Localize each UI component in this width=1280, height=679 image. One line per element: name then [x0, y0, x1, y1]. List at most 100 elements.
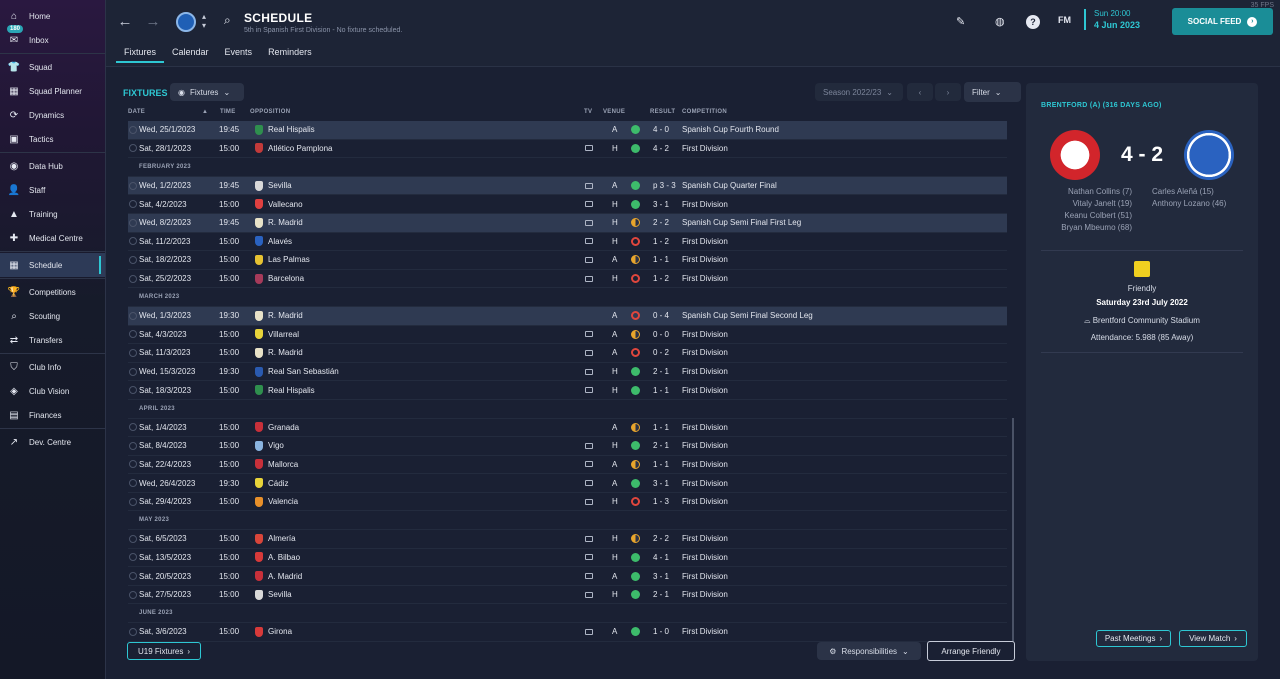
select-checkbox[interactable] — [129, 274, 137, 283]
help-icon[interactable]: ? — [1026, 15, 1040, 29]
table-row[interactable]: Sat, 1/4/2023 15:00 Granada A 1 - 1 First Div… — [128, 419, 1007, 438]
globe-icon[interactable]: ◍ — [995, 15, 1005, 28]
sidebar-item-club-vision[interactable]: ◈ Club Vision — [0, 379, 105, 403]
fixture-result[interactable]: 4 - 0 — [653, 125, 669, 134]
sidebar-item-training[interactable]: ▲ Training — [0, 202, 105, 226]
fixture-competition[interactable]: Spanish Cup Fourth Round — [682, 125, 779, 134]
fixture-opposition[interactable]: A. Bilbao — [268, 553, 300, 562]
view-selector-dropdown[interactable]: ◉ Fixtures ⌄ — [170, 83, 244, 101]
col-venue[interactable]: VENUE — [603, 109, 625, 115]
select-checkbox[interactable] — [129, 553, 137, 562]
select-checkbox[interactable] — [129, 348, 137, 357]
fixture-result[interactable]: 1 - 2 — [653, 274, 669, 283]
select-checkbox[interactable] — [129, 460, 137, 469]
table-row[interactable]: Wed, 26/4/2023 19:30 Cádiz A 3 - 1 First Divi… — [128, 474, 1007, 493]
fixture-result[interactable]: 3 - 1 — [653, 479, 669, 488]
select-checkbox[interactable] — [129, 386, 137, 395]
fixture-result[interactable]: 0 - 2 — [653, 348, 669, 357]
filter-button[interactable]: Filter ⌄ — [964, 82, 1021, 102]
sidebar-item-club-info[interactable]: ⛉ Club Info — [0, 355, 105, 379]
table-row[interactable]: Wed, 8/2/2023 19:45 R. Madrid H 2 - 2 Spanish… — [128, 213, 1007, 233]
scorer[interactable]: Keanu Colbert (51) — [1061, 210, 1132, 222]
select-checkbox[interactable] — [129, 627, 137, 636]
select-checkbox[interactable] — [129, 125, 137, 134]
fixture-opposition[interactable]: Real San Sebastián — [268, 367, 339, 376]
select-checkbox[interactable] — [129, 572, 137, 581]
table-row[interactable]: Sat, 20/5/2023 15:00 A. Madrid A 3 - 1 First … — [128, 567, 1007, 586]
prev-season-button[interactable]: ‹ — [907, 83, 933, 101]
table-row[interactable]: Sat, 13/5/2023 15:00 A. Bilbao H 4 - 1 First … — [128, 549, 1007, 568]
table-row[interactable]: Sat, 3/6/2023 15:00 Girona A 1 - 0 First Divi… — [128, 623, 1007, 642]
next-season-button[interactable]: › — [935, 83, 961, 101]
sidebar-item-dev-centre[interactable]: ↗ Dev. Centre — [0, 430, 105, 454]
club-switch-chevron-icon[interactable]: ▴ ▾ — [202, 12, 206, 30]
fixture-competition[interactable]: First Division — [682, 144, 728, 153]
col-tv[interactable]: TV — [584, 109, 592, 115]
table-row[interactable]: Sat, 6/5/2023 15:00 Almería H 2 - 2 First Div… — [128, 530, 1007, 549]
col-date[interactable]: DATE — [128, 109, 145, 115]
scorer[interactable]: Vitaly Janelt (19) — [1061, 198, 1132, 210]
fixture-opposition[interactable]: R. Madrid — [268, 218, 303, 227]
select-checkbox[interactable] — [129, 181, 137, 190]
fixture-opposition[interactable]: Alavés — [268, 237, 292, 246]
col-result[interactable]: RESULT — [650, 109, 675, 115]
sidebar-item-data-hub[interactable]: ◉ Data Hub — [0, 154, 105, 178]
fixture-opposition[interactable]: Sevilla — [268, 590, 292, 599]
sidebar-item-competitions[interactable]: 🏆 Competitions — [0, 280, 105, 304]
fixture-result[interactable]: 1 - 1 — [653, 423, 669, 432]
select-checkbox[interactable] — [129, 497, 137, 506]
fixture-opposition[interactable]: Real Hispalis — [268, 386, 315, 395]
sidebar-item-tactics[interactable]: ▣ Tactics — [0, 127, 105, 151]
select-checkbox[interactable] — [129, 237, 137, 246]
fixture-result[interactable]: 0 - 0 — [653, 330, 669, 339]
fixture-result[interactable]: 1 - 1 — [653, 255, 669, 264]
select-checkbox[interactable] — [129, 311, 137, 320]
fixture-result[interactable]: 1 - 2 — [653, 237, 669, 246]
fixture-result[interactable]: 4 - 2 — [653, 144, 669, 153]
fixture-competition[interactable]: Spanish Cup Semi Final Second Leg — [682, 311, 813, 320]
social-feed-button[interactable]: SOCIAL FEED › — [1172, 8, 1273, 35]
table-row[interactable]: Sat, 18/3/2023 15:00 Real Hispalis H 1 - 1 Fi… — [128, 381, 1007, 400]
fixture-competition[interactable]: First Division — [682, 627, 728, 636]
select-checkbox[interactable] — [129, 590, 137, 599]
sidebar-item-dynamics[interactable]: ⟳ Dynamics — [0, 103, 105, 127]
select-checkbox[interactable] — [129, 441, 137, 450]
fixture-opposition[interactable]: Valencia — [268, 497, 298, 506]
search-icon[interactable]: ⌕ — [224, 13, 231, 28]
sidebar-item-transfers[interactable]: ⇄ Transfers — [0, 328, 105, 352]
back-arrow-icon[interactable]: ← — [116, 13, 134, 31]
view-match-button[interactable]: View Match › — [1179, 630, 1247, 647]
fixture-opposition[interactable]: Barcelona — [268, 274, 304, 283]
fm-menu-icon[interactable]: FM — [1058, 15, 1071, 25]
fixture-competition[interactable]: First Division — [682, 534, 728, 543]
tab-reminders[interactable]: Reminders — [260, 47, 320, 63]
fixture-opposition[interactable]: R. Madrid — [268, 348, 303, 357]
fixture-competition[interactable]: First Division — [682, 553, 728, 562]
sidebar-item-inbox[interactable]: ✉ 180 Inbox — [0, 25, 105, 52]
select-checkbox[interactable] — [129, 534, 137, 543]
fixture-opposition[interactable]: A. Madrid — [268, 572, 302, 581]
select-checkbox[interactable] — [129, 200, 137, 209]
fixture-opposition[interactable]: Sevilla — [268, 181, 292, 190]
fixture-opposition[interactable]: Vigo — [268, 441, 284, 450]
fixture-competition[interactable]: First Division — [682, 497, 728, 506]
fixture-opposition[interactable]: Las Palmas — [268, 255, 310, 264]
fixture-opposition[interactable]: Real Hispalis — [268, 125, 315, 134]
fixture-competition[interactable]: First Division — [682, 237, 728, 246]
fixture-competition[interactable]: First Division — [682, 460, 728, 469]
scrollbar[interactable] — [1012, 418, 1014, 642]
fixture-competition[interactable]: First Division — [682, 590, 728, 599]
fixture-competition[interactable]: First Division — [682, 441, 728, 450]
select-checkbox[interactable] — [129, 479, 137, 488]
tab-fixtures[interactable]: Fixtures — [116, 47, 165, 63]
scorer[interactable]: Nathan Collins (7) — [1061, 186, 1132, 198]
fixture-competition[interactable]: Spanish Cup Semi Final First Leg — [682, 218, 801, 227]
table-row[interactable]: Sat, 22/4/2023 15:00 Mallorca A 1 - 1 First D… — [128, 456, 1007, 475]
sidebar-item-staff[interactable]: 👤 Staff — [0, 178, 105, 202]
fixture-result[interactable]: p 3 - 3 — [653, 181, 676, 190]
club-badge[interactable] — [176, 12, 196, 32]
scorer[interactable]: Anthony Lozano (46) — [1152, 198, 1226, 210]
fixture-result[interactable]: 2 - 2 — [653, 218, 669, 227]
fixture-competition[interactable]: First Division — [682, 330, 728, 339]
col-time[interactable]: TIME — [220, 109, 236, 115]
